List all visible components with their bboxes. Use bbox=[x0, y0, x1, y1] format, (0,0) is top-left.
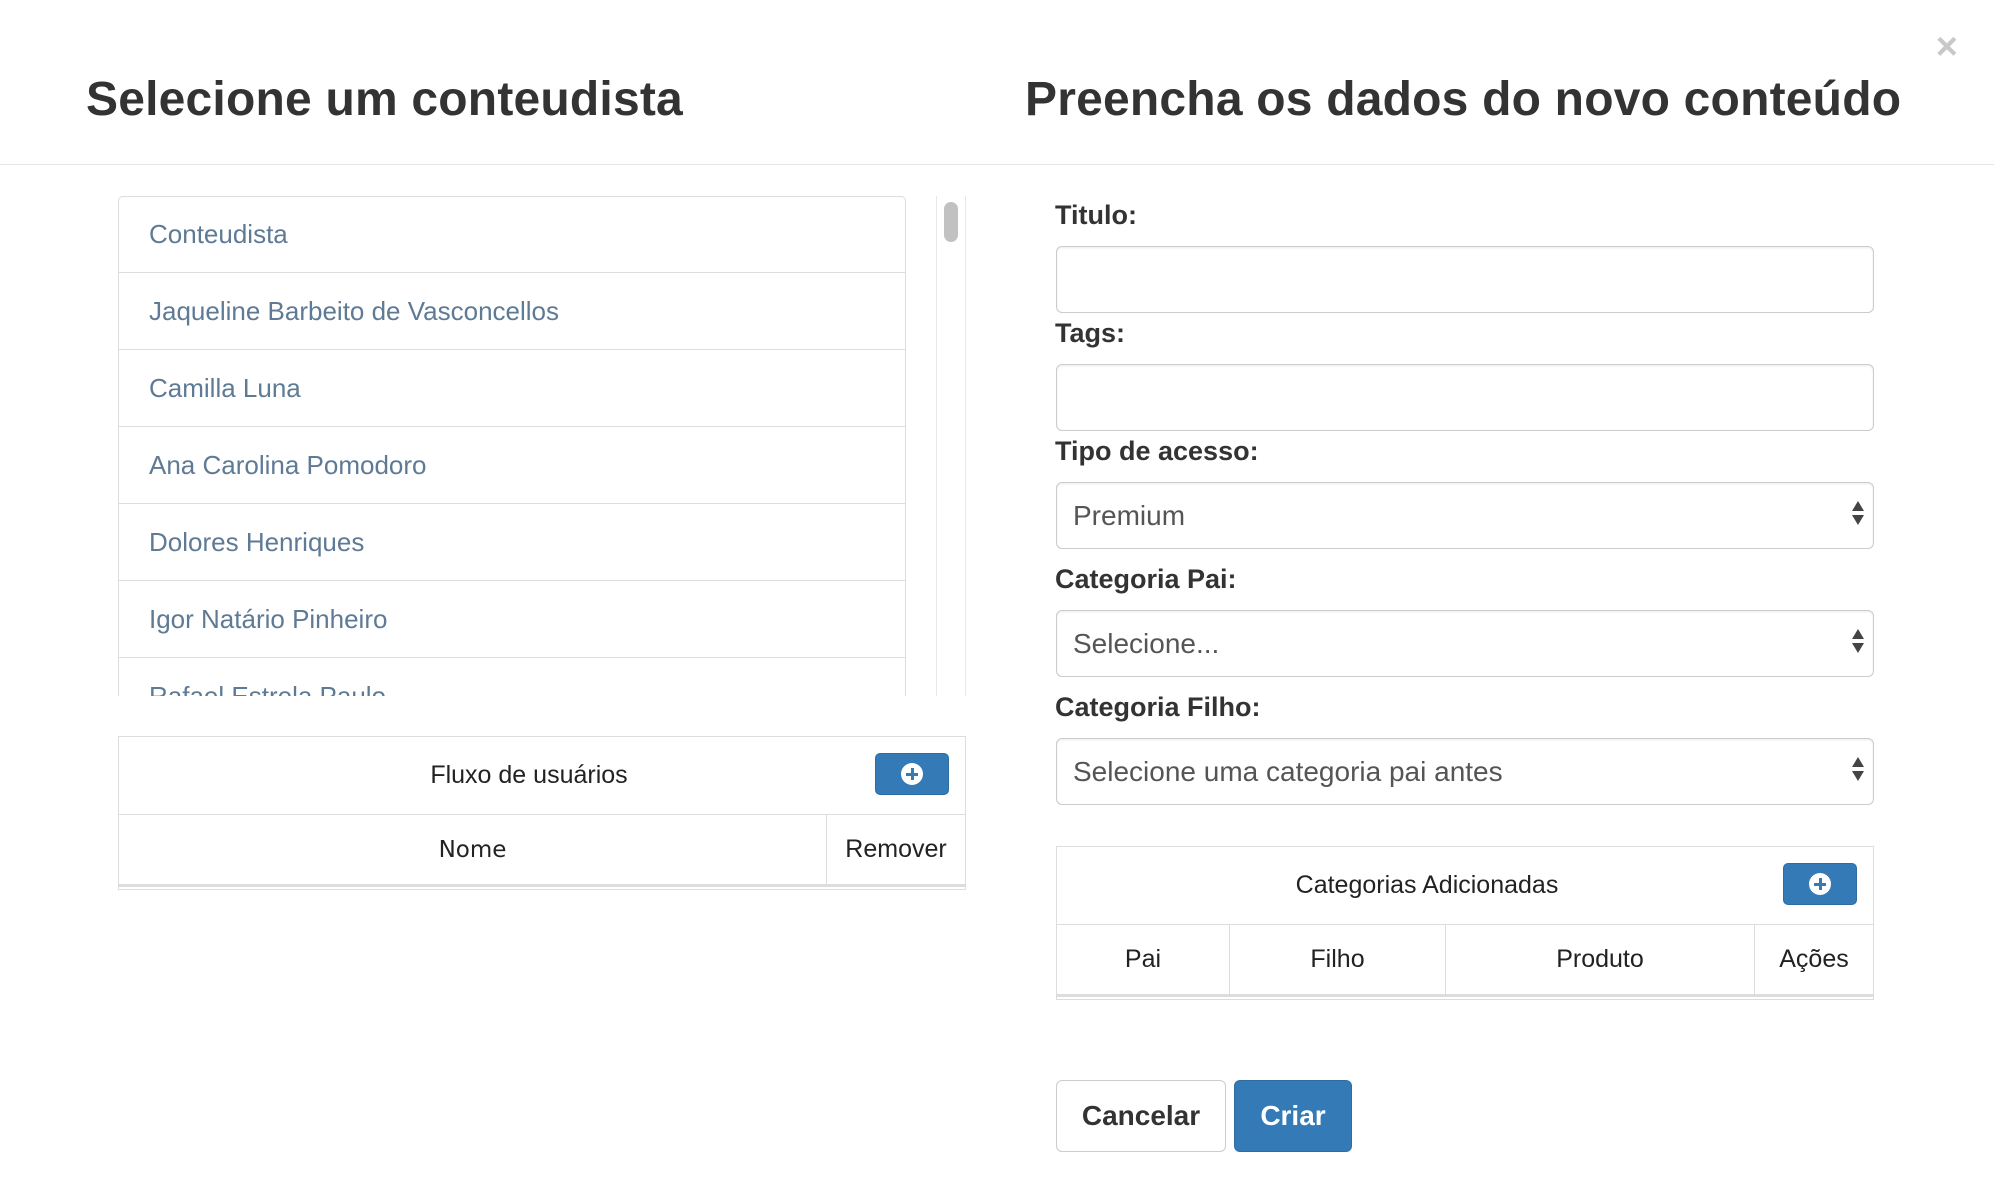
content-author-list: Conteudista Jaqueline Barbeito de Vascon… bbox=[118, 196, 906, 696]
list-scrollbar[interactable] bbox=[936, 196, 966, 696]
right-title: Preencha os dados do novo conteúdo bbox=[1025, 73, 1902, 126]
child-category-value: Selecione uma categoria pai antes bbox=[1073, 755, 1503, 787]
added-categories-title: Categorias Adicionadas bbox=[1295, 871, 1559, 899]
column-pai: Pai bbox=[1057, 925, 1230, 994]
cancel-button[interactable]: Cancelar bbox=[1056, 1080, 1226, 1152]
close-icon[interactable]: × bbox=[1936, 28, 1958, 66]
column-acoes: Ações bbox=[1779, 945, 1849, 973]
added-categories-header: Categorias Adicionadas bbox=[1057, 847, 1873, 925]
scrollbar-thumb[interactable] bbox=[944, 202, 958, 242]
access-type-select[interactable]: Premium bbox=[1056, 482, 1874, 549]
select-arrows-icon bbox=[1851, 757, 1865, 787]
child-category-label: Categoria Filho: bbox=[1055, 692, 1261, 722]
user-flow-title: Fluxo de usuários bbox=[430, 761, 628, 789]
parent-category-value: Selecione... bbox=[1073, 627, 1220, 659]
user-flow-table: Fluxo de usuários Nome Remover bbox=[118, 736, 966, 890]
column-remover: Remover bbox=[845, 835, 947, 863]
list-item[interactable]: Ana Carolina Pomodoro bbox=[118, 427, 906, 504]
left-title: Selecione um conteudista bbox=[86, 73, 683, 126]
parent-category-label: Categoria Pai: bbox=[1055, 564, 1237, 594]
title-input[interactable] bbox=[1056, 246, 1874, 313]
plus-circle-icon bbox=[901, 763, 923, 785]
list-item[interactable]: Conteudista bbox=[118, 196, 906, 273]
column-produto: Produto bbox=[1446, 925, 1755, 994]
tags-label: Tags: bbox=[1055, 318, 1126, 348]
list-item[interactable]: Igor Natário Pinheiro bbox=[118, 581, 906, 658]
user-flow-columns: Nome Remover bbox=[119, 815, 965, 887]
column-filho: Filho bbox=[1230, 925, 1446, 994]
access-type-value: Premium bbox=[1073, 499, 1186, 531]
added-categories-table: Categorias Adicionadas Pai Filho Produto… bbox=[1056, 846, 1874, 1000]
add-category-button[interactable] bbox=[1783, 863, 1857, 905]
list-item[interactable]: Rafael Estrela Paulo bbox=[118, 658, 906, 696]
create-button[interactable]: Criar bbox=[1234, 1080, 1352, 1152]
added-categories-columns: Pai Filho Produto Ações bbox=[1057, 925, 1873, 997]
title-label: Titulo: bbox=[1055, 200, 1137, 230]
list-item[interactable]: Jaqueline Barbeito de Vasconcellos bbox=[118, 273, 906, 350]
add-user-flow-button[interactable] bbox=[875, 753, 949, 795]
child-category-select[interactable]: Selecione uma categoria pai antes bbox=[1056, 738, 1874, 805]
select-arrows-icon bbox=[1851, 629, 1865, 659]
select-arrows-icon bbox=[1851, 501, 1865, 531]
parent-category-select[interactable]: Selecione... bbox=[1056, 610, 1874, 677]
column-nome: Nome bbox=[119, 815, 827, 884]
list-item[interactable]: Camilla Luna bbox=[118, 350, 906, 427]
user-flow-header: Fluxo de usuários bbox=[119, 737, 965, 815]
access-type-label: Tipo de acesso: bbox=[1055, 436, 1259, 466]
list-item[interactable]: Dolores Henriques bbox=[118, 504, 906, 581]
tags-input[interactable] bbox=[1056, 364, 1874, 431]
plus-circle-icon bbox=[1809, 873, 1831, 895]
